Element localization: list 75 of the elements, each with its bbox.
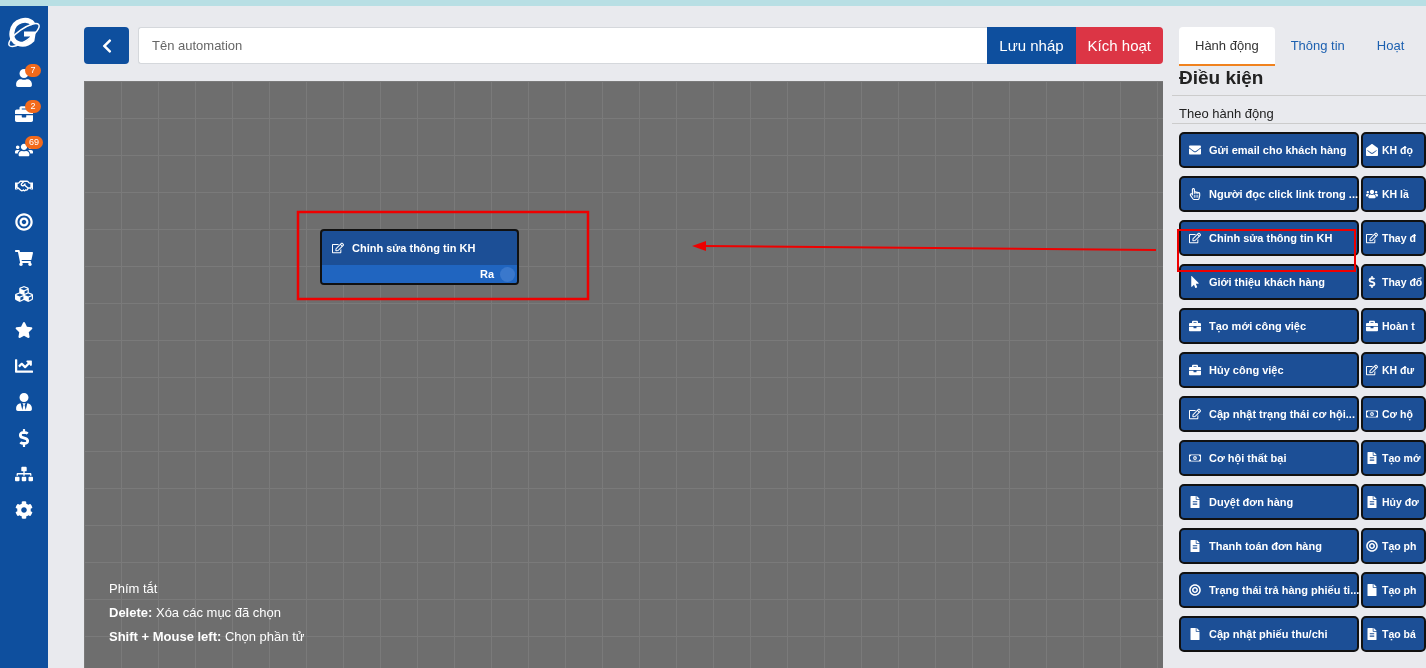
condition-button[interactable]: Hủy đơ bbox=[1361, 484, 1426, 520]
user-icon bbox=[15, 69, 33, 87]
condition-button[interactable]: Tạo mới công việc bbox=[1179, 308, 1359, 344]
document-icon bbox=[1366, 628, 1378, 640]
node-title: Chỉnh sửa thông tin KH bbox=[352, 242, 476, 254]
envelope-icon bbox=[1189, 144, 1201, 156]
condition-button[interactable]: Gửi email cho khách hàng bbox=[1179, 132, 1359, 168]
count-badge: 69 bbox=[25, 136, 43, 149]
target-icon bbox=[1366, 540, 1378, 552]
workflow-node[interactable]: Chỉnh sửa thông tin KH Ra bbox=[320, 229, 519, 285]
users-icon bbox=[1366, 188, 1378, 200]
back-button[interactable] bbox=[84, 27, 129, 64]
activate-button[interactable]: Kích hoạt bbox=[1075, 27, 1163, 64]
person-icon bbox=[15, 393, 33, 411]
count-badge: 2 bbox=[25, 100, 41, 113]
banknote-icon bbox=[1189, 452, 1201, 464]
file-icon bbox=[1189, 628, 1201, 640]
document-icon bbox=[1189, 496, 1201, 508]
condition-button[interactable]: Chỉnh sửa thông tin KH bbox=[1179, 220, 1359, 256]
panel-tab[interactable]: Thông tin bbox=[1274, 27, 1361, 66]
cubes-icon bbox=[15, 285, 33, 303]
condition-button[interactable]: Tạo ph bbox=[1361, 572, 1426, 608]
star-icon bbox=[15, 321, 33, 339]
panel-heading: Điều kiện bbox=[1172, 67, 1426, 96]
hand-pointer-icon bbox=[1189, 188, 1201, 200]
banknote-icon bbox=[1366, 408, 1378, 420]
target-icon bbox=[15, 213, 33, 231]
save-draft-button[interactable]: Lưu nháp bbox=[987, 27, 1076, 64]
name-input-field[interactable]: Tên automation bbox=[138, 27, 988, 64]
section-title: Theo hành động bbox=[1172, 96, 1426, 124]
condition-button[interactable]: Tạo ph bbox=[1361, 528, 1426, 564]
document-icon bbox=[1189, 540, 1201, 552]
panel-tab[interactable]: Hành động bbox=[1179, 27, 1275, 66]
condition-button[interactable]: Thay đ bbox=[1361, 220, 1426, 256]
condition-button[interactable]: Hủy công việc bbox=[1179, 352, 1359, 388]
edit-icon bbox=[1366, 364, 1378, 376]
condition-button[interactable]: Tạo bá bbox=[1361, 616, 1426, 652]
briefcase-icon bbox=[1189, 364, 1201, 376]
condition-button[interactable]: KH lầ bbox=[1361, 176, 1426, 212]
panel-tab[interactable]: Hoạt bbox=[1360, 27, 1421, 66]
condition-button[interactable]: Cập nhật trạng thái cơ hội... bbox=[1179, 396, 1359, 432]
condition-button[interactable]: Cơ hội thất bại bbox=[1179, 440, 1359, 476]
condition-button[interactable]: Thanh toán đơn hàng bbox=[1179, 528, 1359, 564]
edit-icon bbox=[1366, 232, 1378, 244]
cursor-icon bbox=[1189, 276, 1201, 288]
shortcuts-title: Phím tắt bbox=[109, 581, 159, 596]
shortcut-text: Delete: Xóa các mục đã chọn bbox=[109, 605, 282, 620]
chart-icon bbox=[15, 357, 33, 375]
dollar-icon bbox=[1366, 276, 1378, 288]
envelope-icon bbox=[1366, 144, 1378, 156]
sitemap-icon bbox=[15, 465, 33, 483]
target-icon bbox=[1189, 584, 1201, 596]
edit-icon bbox=[1189, 232, 1201, 244]
cart-icon bbox=[15, 249, 33, 267]
document-icon bbox=[1366, 496, 1378, 508]
condition-button[interactable]: Tạo mớ bbox=[1361, 440, 1426, 476]
briefcase-icon bbox=[1366, 320, 1378, 332]
condition-button[interactable]: Thay đổ bbox=[1361, 264, 1426, 300]
output-label: Ra bbox=[479, 268, 494, 280]
condition-button[interactable]: Duyệt đơn hàng bbox=[1179, 484, 1359, 520]
condition-button[interactable]: KH đọ bbox=[1361, 132, 1426, 168]
document-icon bbox=[1366, 452, 1378, 464]
file-icon bbox=[1366, 584, 1378, 596]
edit-icon bbox=[1189, 408, 1201, 420]
settings-icon bbox=[15, 501, 33, 519]
briefcase-icon bbox=[1189, 320, 1201, 332]
count-badge: 7 bbox=[25, 64, 41, 77]
condition-button[interactable]: Người đọc click link trong ... bbox=[1179, 176, 1359, 212]
condition-button[interactable]: KH đư bbox=[1361, 352, 1426, 388]
edit-icon bbox=[332, 242, 344, 254]
condition-button[interactable]: Cơ hộ bbox=[1361, 396, 1426, 432]
condition-button[interactable]: Hoàn t bbox=[1361, 308, 1426, 344]
condition-button[interactable]: Giới thiệu khách hàng bbox=[1179, 264, 1359, 300]
shortcut-text: Shift + Mouse left: Chọn phần tử bbox=[109, 629, 306, 644]
condition-button[interactable]: Cập nhật phiếu thu/chi bbox=[1179, 616, 1359, 652]
